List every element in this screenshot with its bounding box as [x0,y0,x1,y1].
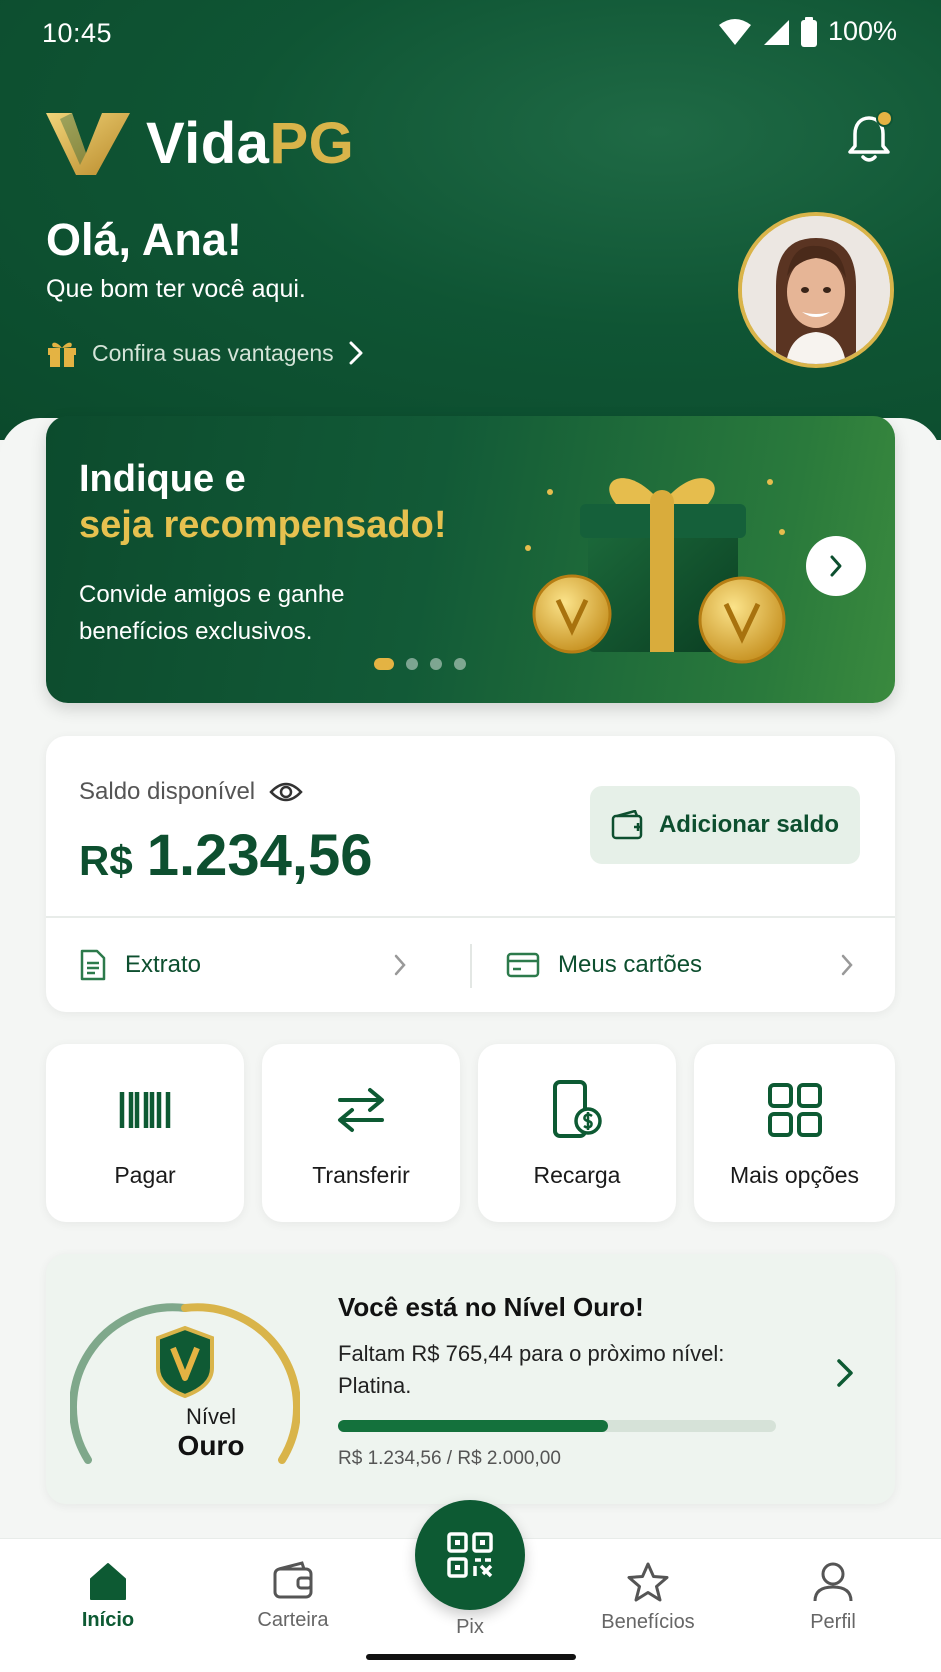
nav-item-benefits[interactable]: Benefícios [573,1561,723,1634]
gift-box-coins-illustration [525,478,786,664]
brand-logo: VidaPG [46,110,354,177]
quick-action-label: Mais opções [729,1162,860,1188]
status-icons: 100% [718,16,897,47]
banner-title-line2: seja recompensado! [79,504,447,546]
benefits-link-label: Confira suas vantagens [92,339,334,366]
qr-code-icon [447,1532,493,1578]
chevron-right-icon [394,954,406,976]
vidapg-logo-icon [46,112,130,175]
banner-pagination [374,658,466,670]
transfer-arrows-icon [338,1088,384,1132]
pagination-dot[interactable] [454,658,466,670]
balance-currency: R$ [79,837,133,884]
status-time: 10:45 [42,18,113,48]
level-name: Ouro [177,1430,245,1461]
nav-item-wallet[interactable]: Carteira [218,1561,368,1632]
battery-icon [800,16,817,47]
my-cards-link[interactable]: Meus cartões [506,918,862,1012]
star-icon [627,1562,669,1602]
level-word: Nível [185,1404,237,1429]
user-icon [813,1562,853,1602]
divider-vertical [470,944,472,988]
signal-icon [763,19,789,45]
nav-label-pix[interactable]: Pix [415,1616,525,1639]
quick-action-transfer[interactable]: Transferir [262,1044,460,1222]
level-progress-fill [338,1420,609,1432]
avatar[interactable] [738,212,894,368]
banner-description: Convide amigos e ganhe benefícios exclus… [79,581,345,645]
phone-recharge-icon [553,1080,602,1138]
quick-action-label: Transferir [312,1162,410,1188]
status-bar: 10:45 100% [0,0,941,64]
quick-action-pay[interactable]: Pagar [46,1044,244,1222]
gift-icon [48,342,76,367]
eye-icon[interactable] [269,780,303,804]
balance-card: Saldo disponível R$ 1.234,56 Adicionar sa… [46,736,895,1012]
nav-label: Benefícios [601,1611,695,1633]
pagination-dot-active[interactable] [374,658,394,670]
nav-label: Início [81,1609,135,1631]
chevron-right-icon[interactable] [836,1358,854,1388]
nav-item-profile[interactable]: Perfil [758,1561,908,1634]
add-balance-button[interactable]: Adicionar saldo [590,786,860,864]
home-indicator [366,1654,576,1660]
balance-value: R$ 1.234,56 [79,822,372,889]
brand-name-part1: Vida [146,111,270,176]
quick-action-recharge[interactable]: Recarga [478,1044,676,1222]
statement-link[interactable]: Extrato [79,918,439,1012]
greeting-title: Olá, Ana! [46,214,242,265]
wifi-icon [718,18,751,45]
chevron-right-icon [830,555,842,577]
credit-card-icon [506,952,540,978]
quick-action-more-options[interactable]: Mais opções [694,1044,895,1222]
banner-title-line1: Indique e [79,458,246,500]
document-icon [80,949,106,981]
banner-next-button[interactable] [806,536,866,596]
chevron-right-icon [349,341,363,365]
chevron-right-icon [841,954,853,976]
benefits-link[interactable]: Confira suas vantagens [46,338,364,368]
pagination-dot[interactable] [430,658,442,670]
pix-button[interactable] [415,1500,525,1610]
barcode-icon [119,1092,171,1128]
quick-action-label: Pagar [114,1162,176,1188]
nav-label: Carteira [257,1609,329,1631]
brand-name: VidaPG [146,110,354,177]
nav-item-home[interactable]: Início [33,1561,183,1632]
wallet-plus-icon [611,810,643,840]
balance-amount: 1.234,56 [146,823,373,888]
my-cards-label: Meus cartões [558,951,703,978]
pagination-dot[interactable] [406,658,418,670]
notification-badge [876,110,893,127]
quick-action-label: Recarga [533,1162,621,1188]
battery-level: 100% [827,16,897,46]
user-avatar-portrait [742,216,890,364]
grid-icon [767,1083,822,1137]
statement-label: Extrato [125,951,202,978]
greeting-subtitle: Que bom ter você aqui. [46,275,306,303]
level-progress-bar [338,1420,776,1432]
level-title: Você está no Nível Ouro! [338,1292,644,1322]
nav-label: Perfil [810,1611,856,1633]
balance-label-row: Saldo disponível [79,778,303,806]
brand-name-part2: PG [269,111,355,176]
level-description: Faltam R$ 765,44 para o pròximo nível: P… [338,1341,725,1398]
balance-label: Saldo disponível [79,778,256,805]
home-icon [90,1563,126,1600]
level-progress-text: R$ 1.234,56 / R$ 2.000,00 [338,1448,561,1469]
loyalty-level-card[interactable]: Nível Ouro Você está no Nível Ouro! Falt… [46,1254,895,1504]
wallet-icon [273,1561,313,1599]
add-balance-label: Adicionar saldo [658,811,840,838]
